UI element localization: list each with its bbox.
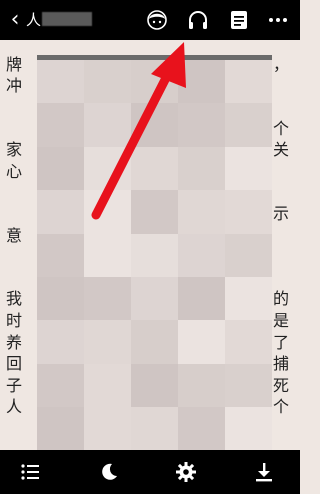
night-mode-icon[interactable]: [95, 458, 123, 486]
mosaic-cell: [37, 363, 84, 408]
text-char: 子: [6, 376, 23, 395]
text-char: ，: [273, 55, 290, 74]
text-char: 牌: [6, 55, 23, 74]
mosaic-cell: [178, 233, 225, 277]
mosaic-cell: [84, 60, 131, 104]
text-char: 关: [273, 140, 290, 159]
text-char: 冲: [6, 76, 23, 95]
mosaic-cell: [225, 276, 272, 321]
avatar-icon[interactable]: [143, 6, 171, 34]
mosaic-cell: [225, 407, 272, 451]
menu-icon[interactable]: [16, 458, 44, 486]
text-char: 捕: [273, 354, 290, 373]
mosaic-cell: [84, 233, 131, 277]
mosaic-cell: [37, 233, 84, 277]
mosaic-cell: [178, 190, 225, 234]
mosaic-cell: [131, 407, 178, 451]
notes-icon[interactable]: [225, 6, 253, 34]
mosaic-cell: [131, 320, 178, 364]
bottom-toolbar: [0, 450, 300, 494]
mosaic-cell: [131, 146, 178, 191]
mosaic-cell: [84, 320, 131, 364]
text-char: 我: [6, 289, 23, 308]
mosaic-cell: [225, 320, 272, 364]
text-char: 个: [273, 397, 290, 416]
headphones-icon[interactable]: [184, 6, 212, 34]
text-char: 的: [273, 289, 290, 308]
mosaic-cell: [225, 363, 272, 408]
text-char: 家: [6, 140, 23, 159]
settings-icon[interactable]: [172, 458, 200, 486]
mosaic-cell: [37, 276, 84, 321]
top-toolbar: ‹ 人: [0, 0, 300, 40]
mosaic-cell: [37, 190, 84, 234]
mosaic-cell: [178, 60, 225, 104]
mosaic-cell: [131, 363, 178, 408]
book-title: 人: [26, 11, 42, 29]
text-char: 了: [273, 333, 290, 352]
mosaic-cell: [84, 363, 131, 408]
mosaic-cell: [131, 60, 178, 104]
mosaic-cell: [131, 103, 178, 147]
text-char: 个: [273, 119, 290, 138]
mosaic-cell: [84, 407, 131, 451]
mosaic-cell: [131, 190, 178, 234]
text-char: 死: [273, 376, 290, 395]
text-char: 意: [6, 226, 23, 245]
mosaic-cell: [178, 276, 225, 321]
mosaic-cell: [131, 233, 178, 277]
mosaic-cell: [225, 60, 272, 104]
mosaic-cell: [37, 103, 84, 147]
mosaic-cell: [178, 363, 225, 408]
mosaic-cell: [84, 276, 131, 321]
mosaic-cell: [37, 146, 84, 191]
more-icon[interactable]: [264, 6, 292, 34]
mosaic-cell: [178, 320, 225, 364]
mosaic-cell: [178, 407, 225, 451]
mosaic-cell: [225, 146, 272, 191]
mosaic-cell: [225, 103, 272, 147]
pixelated-text-block: [37, 60, 272, 451]
mosaic-cell: [178, 103, 225, 147]
text-char: 人: [6, 397, 23, 416]
download-icon[interactable]: [250, 458, 278, 486]
mosaic-cell: [37, 407, 84, 451]
text-char: 时: [6, 311, 23, 330]
title-redaction: [42, 12, 92, 26]
mosaic-cell: [37, 60, 84, 104]
text-char: 回: [6, 354, 23, 373]
mosaic-cell: [84, 103, 131, 147]
mosaic-cell: [84, 146, 131, 191]
mosaic-cell: [225, 233, 272, 277]
text-char: 心: [6, 162, 23, 181]
mosaic-cell: [37, 320, 84, 364]
text-char: 是: [273, 311, 290, 330]
back-icon[interactable]: ‹: [6, 8, 24, 32]
mosaic-cell: [131, 276, 178, 321]
text-char: 养: [6, 333, 23, 352]
mosaic-cell: [84, 190, 131, 234]
mosaic-cell: [178, 146, 225, 191]
mosaic-cell: [225, 190, 272, 234]
text-char: 示: [273, 204, 290, 223]
